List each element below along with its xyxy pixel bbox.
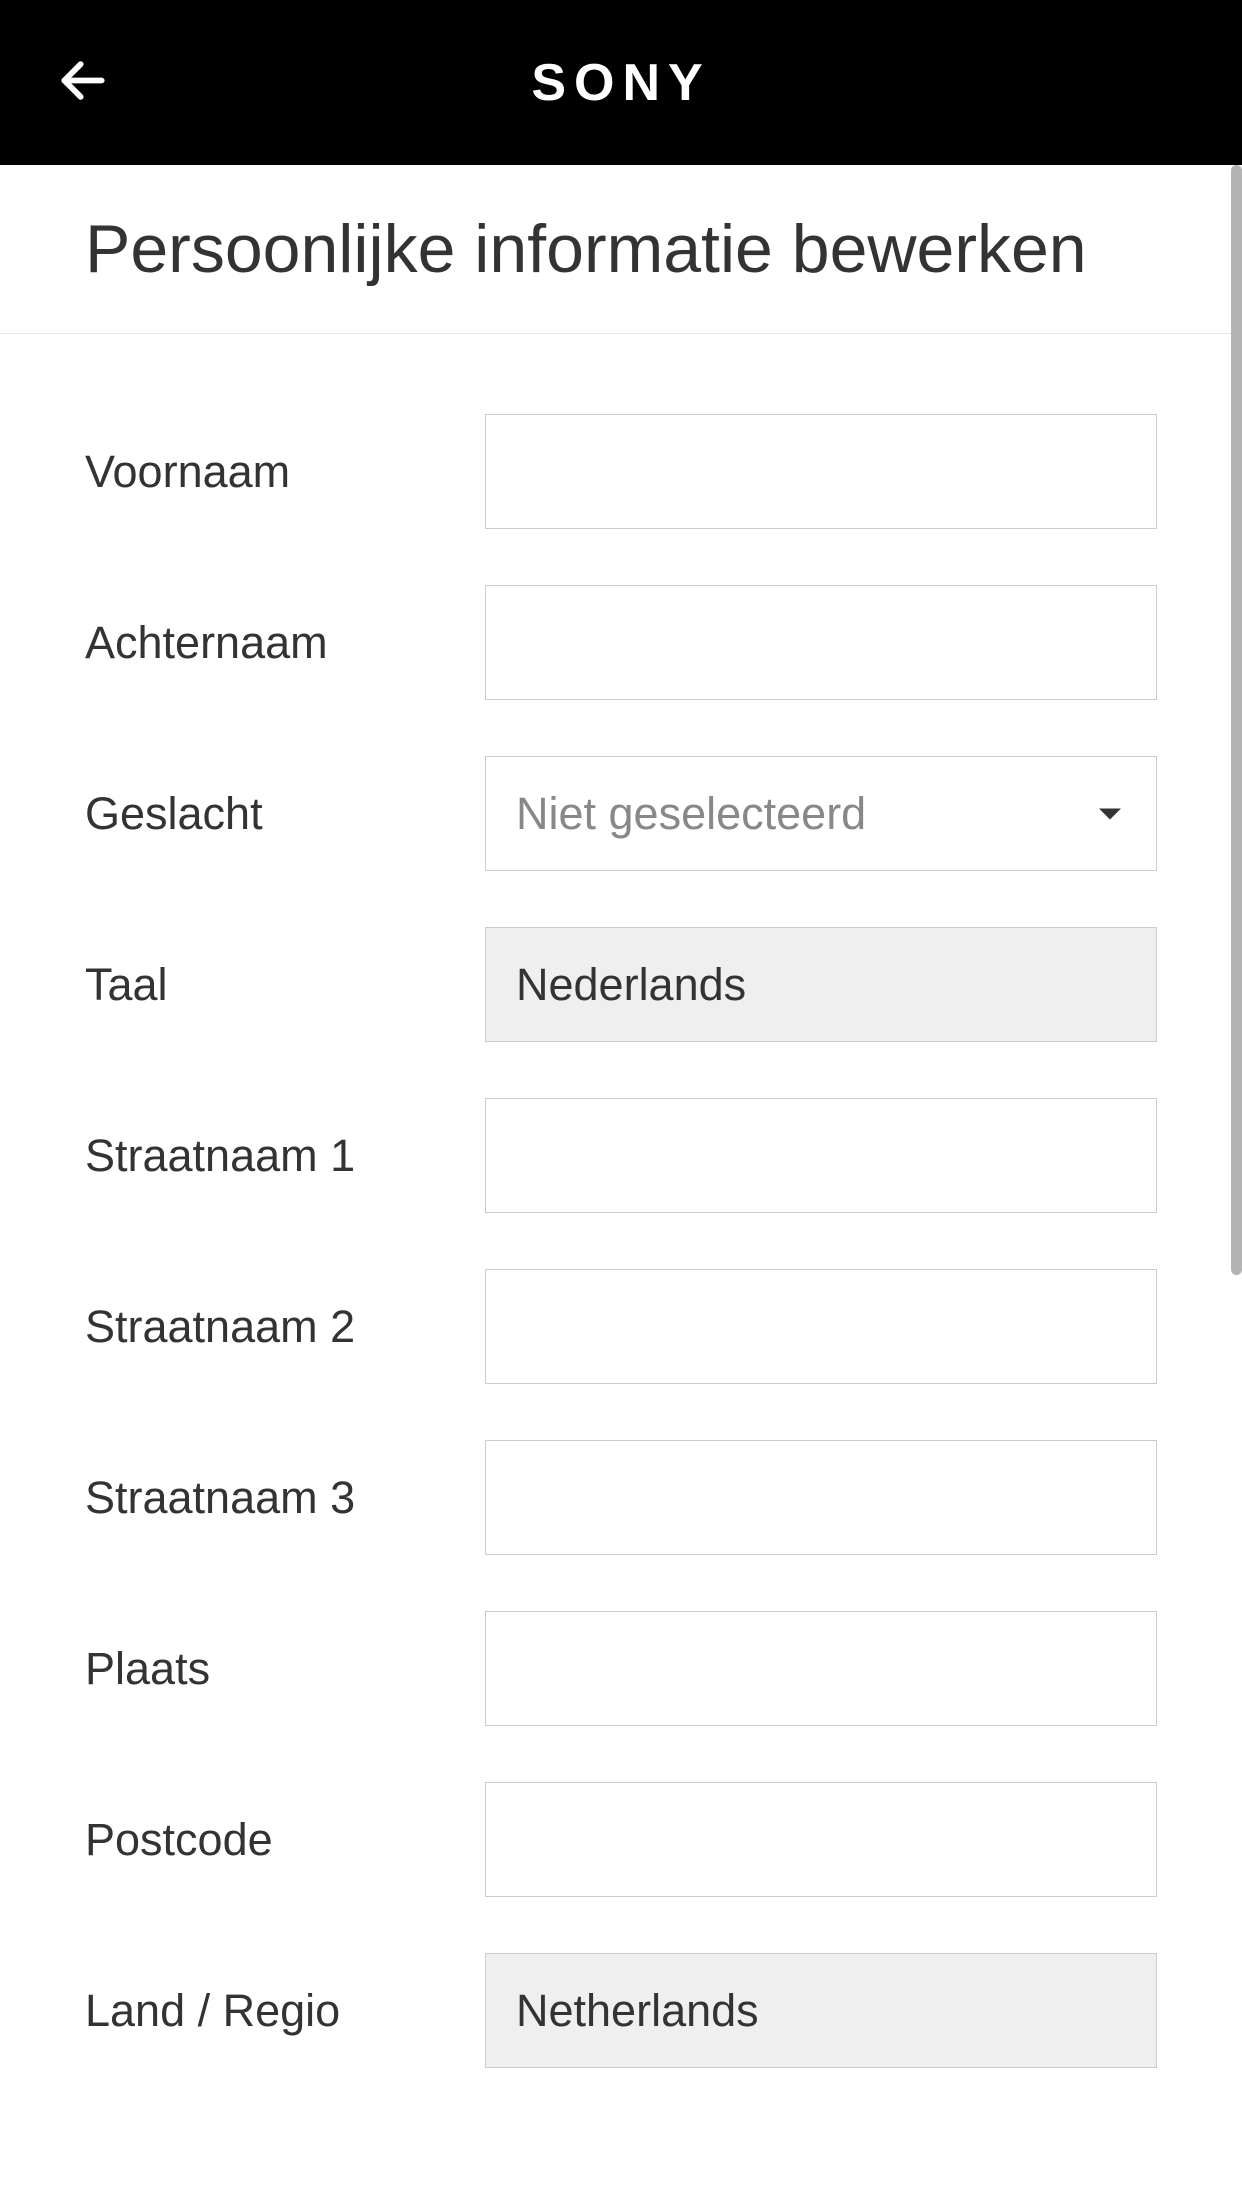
taal-readonly: Nederlands [485, 927, 1157, 1042]
form-row-straatnaam2: Straatnaam 2 [85, 1269, 1157, 1384]
straatnaam2-label: Straatnaam 2 [85, 1301, 485, 1353]
header: SONY [0, 0, 1242, 165]
voornaam-label: Voornaam [85, 446, 485, 498]
form-row-straatnaam1: Straatnaam 1 [85, 1098, 1157, 1213]
taal-label: Taal [85, 959, 485, 1011]
achternaam-label: Achternaam [85, 617, 485, 669]
back-arrow-icon[interactable] [55, 52, 111, 113]
land-regio-value: Netherlands [516, 1985, 759, 2037]
postcode-label: Postcode [85, 1814, 485, 1866]
achternaam-input[interactable] [485, 585, 1157, 700]
form-row-achternaam: Achternaam [85, 585, 1157, 700]
straatnaam3-input[interactable] [485, 1440, 1157, 1555]
form-row-voornaam: Voornaam [85, 414, 1157, 529]
plaats-input[interactable] [485, 1611, 1157, 1726]
plaats-label: Plaats [85, 1643, 485, 1695]
form-container: Voornaam Achternaam Geslacht Niet gesele… [0, 334, 1242, 2068]
scrollbar[interactable] [1231, 165, 1242, 1275]
page-title: Persoonlijke informatie bewerken [0, 165, 1242, 334]
land-regio-label: Land / Regio [85, 1985, 485, 2037]
straatnaam3-label: Straatnaam 3 [85, 1472, 485, 1524]
voornaam-input[interactable] [485, 414, 1157, 529]
straatnaam1-input[interactable] [485, 1098, 1157, 1213]
postcode-input[interactable] [485, 1782, 1157, 1897]
form-row-postcode: Postcode [85, 1782, 1157, 1897]
geslacht-placeholder: Niet geselecteerd [516, 788, 866, 840]
form-row-geslacht: Geslacht Niet geselecteerd [85, 756, 1157, 871]
form-row-taal: Taal Nederlands [85, 927, 1157, 1042]
caret-down-icon [1099, 808, 1121, 819]
form-row-land-regio: Land / Regio Netherlands [85, 1953, 1157, 2068]
straatnaam1-label: Straatnaam 1 [85, 1130, 485, 1182]
sony-logo: SONY [531, 53, 710, 113]
form-row-plaats: Plaats [85, 1611, 1157, 1726]
straatnaam2-input[interactable] [485, 1269, 1157, 1384]
geslacht-label: Geslacht [85, 788, 485, 840]
land-regio-readonly: Netherlands [485, 1953, 1157, 2068]
geslacht-select[interactable]: Niet geselecteerd [485, 756, 1157, 871]
form-row-straatnaam3: Straatnaam 3 [85, 1440, 1157, 1555]
taal-value: Nederlands [516, 959, 746, 1011]
